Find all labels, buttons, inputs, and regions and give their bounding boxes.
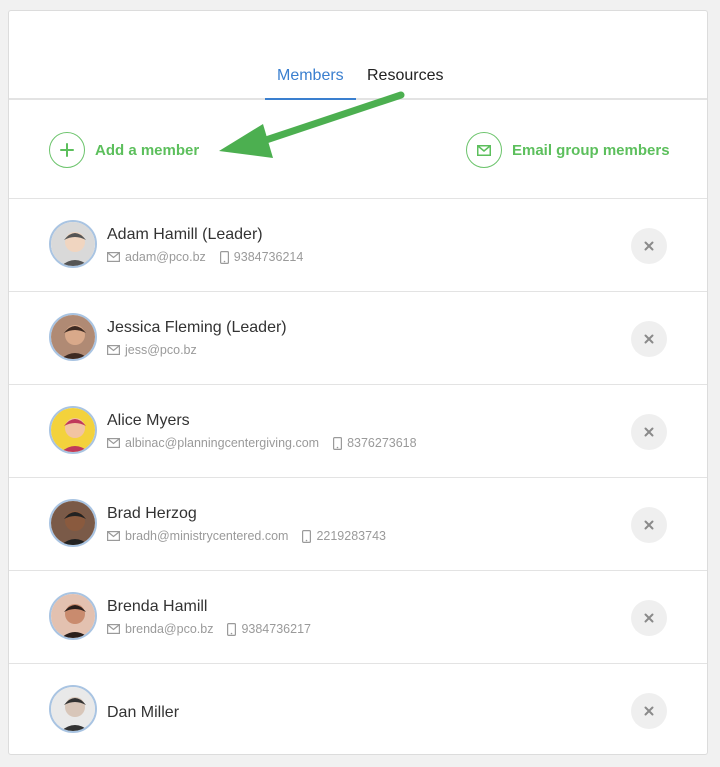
- remove-member-button[interactable]: [631, 414, 667, 450]
- member-row: Alice Myers albinac@planningcentergiving.…: [9, 385, 707, 478]
- envelope-icon: [107, 531, 120, 541]
- member-contact: adam@pco.bz 9384736214: [107, 250, 303, 264]
- annotation-arrow: [219, 91, 405, 158]
- envelope-icon: [107, 252, 120, 262]
- member-row: Dan Miller: [9, 664, 707, 757]
- remove-member-button[interactable]: [631, 321, 667, 357]
- member-name[interactable]: Brad Herzog: [107, 505, 197, 523]
- envelope-icon: [107, 624, 120, 634]
- close-icon: [644, 613, 654, 623]
- avatar[interactable]: [49, 406, 97, 454]
- tab-resources[interactable]: Resources: [367, 67, 443, 85]
- envelope-icon: [107, 345, 120, 355]
- member-row: Jessica Fleming (Leader) jess@pco.bz: [9, 292, 707, 385]
- member-contact: jess@pco.bz: [107, 343, 197, 357]
- plus-icon: [49, 132, 85, 168]
- close-icon: [644, 427, 654, 437]
- remove-member-button[interactable]: [631, 507, 667, 543]
- close-icon: [644, 241, 654, 251]
- member-phone[interactable]: 9384736214: [234, 250, 304, 264]
- close-icon: [644, 334, 654, 344]
- member-row: Brad Herzog bradh@ministrycentered.com 221…: [9, 478, 707, 571]
- member-contact: albinac@planningcentergiving.com 83762736…: [107, 436, 417, 450]
- member-phone[interactable]: 2219283743: [316, 529, 386, 543]
- member-email[interactable]: bradh@ministrycentered.com: [125, 529, 288, 543]
- member-name[interactable]: Brenda Hamill: [107, 598, 207, 616]
- avatar[interactable]: [49, 499, 97, 547]
- member-row: Brenda Hamill brenda@pco.bz 9384736217: [9, 571, 707, 664]
- envelope-icon: [107, 438, 120, 448]
- avatar[interactable]: [49, 220, 97, 268]
- member-name[interactable]: Jessica Fleming (Leader): [107, 319, 287, 337]
- tab-bar: Members Resources: [9, 11, 707, 100]
- email-group-button[interactable]: Email group members: [466, 132, 670, 168]
- phone-icon: [333, 436, 343, 450]
- avatar[interactable]: [49, 592, 97, 640]
- member-phone[interactable]: 9384736217: [241, 622, 311, 636]
- close-icon: [644, 706, 654, 716]
- member-name[interactable]: Dan Miller: [107, 704, 179, 722]
- avatar[interactable]: [49, 685, 97, 733]
- close-icon: [644, 520, 654, 530]
- member-email[interactable]: jess@pco.bz: [125, 343, 197, 357]
- avatar[interactable]: [49, 313, 97, 361]
- add-member-label: Add a member: [95, 141, 200, 159]
- member-email[interactable]: adam@pco.bz: [125, 250, 206, 264]
- tab-members[interactable]: Members: [277, 67, 344, 85]
- member-contact: bradh@ministrycentered.com 2219283743: [107, 529, 386, 543]
- group-card: Members Resources Add a member Email gro…: [8, 10, 708, 755]
- member-contact: brenda@pco.bz 9384736217: [107, 622, 311, 636]
- member-name[interactable]: Alice Myers: [107, 412, 190, 430]
- envelope-icon: [466, 132, 502, 168]
- member-row: Adam Hamill (Leader) adam@pco.bz 938473621…: [9, 199, 707, 292]
- remove-member-button[interactable]: [631, 228, 667, 264]
- member-phone[interactable]: 8376273618: [347, 436, 417, 450]
- phone-icon: [227, 622, 237, 636]
- member-email[interactable]: albinac@planningcentergiving.com: [125, 436, 319, 450]
- phone-icon: [302, 529, 312, 543]
- remove-member-button[interactable]: [631, 600, 667, 636]
- remove-member-button[interactable]: [631, 693, 667, 729]
- phone-icon: [219, 250, 229, 264]
- member-email[interactable]: brenda@pco.bz: [125, 622, 213, 636]
- member-name[interactable]: Adam Hamill (Leader): [107, 226, 263, 244]
- email-group-label: Email group members: [512, 141, 670, 159]
- add-member-button[interactable]: Add a member: [49, 132, 199, 168]
